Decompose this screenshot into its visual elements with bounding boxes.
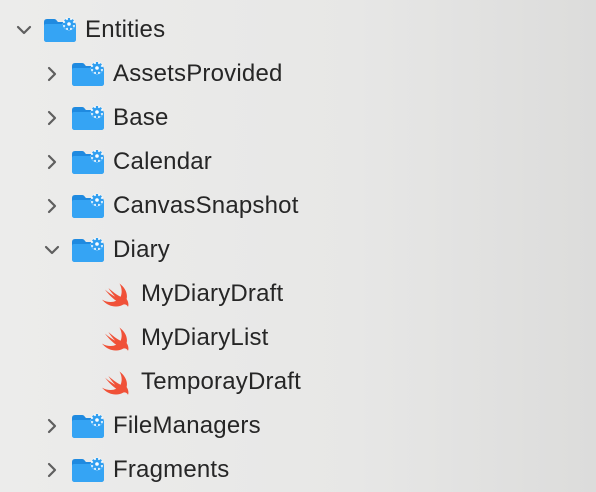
file-row-temporaydraft[interactable]: TemporayDraft: [0, 360, 596, 404]
group-row-base[interactable]: Base: [0, 96, 596, 140]
group-label: AssetsProvided: [113, 60, 283, 87]
folder-gear-icon: [70, 413, 106, 439]
group-row-canvassnapshot[interactable]: CanvasSnapshot: [0, 184, 596, 228]
file-label: MyDiaryDraft: [141, 280, 284, 307]
group-label: Diary: [113, 236, 171, 263]
folder-gear-icon: [70, 61, 106, 87]
file-row-mydiarylist[interactable]: MyDiaryList: [0, 316, 596, 360]
file-row-mydiarydraft[interactable]: MyDiaryDraft: [0, 272, 596, 316]
folder-gear-icon: [70, 457, 106, 483]
group-label: Base: [113, 104, 169, 131]
folder-gear-icon: [70, 193, 106, 219]
group-label: Fragments: [113, 456, 230, 483]
swift-file-icon: [100, 369, 132, 397]
swift-file-icon: [100, 325, 132, 353]
chevron-right-icon[interactable]: [42, 196, 62, 216]
chevron-right-icon[interactable]: [42, 108, 62, 128]
chevron-down-icon[interactable]: [42, 240, 62, 260]
chevron-right-icon[interactable]: [42, 460, 62, 480]
group-row-entities[interactable]: Entities: [0, 8, 596, 52]
group-label: Calendar: [113, 148, 212, 175]
folder-gear-icon: [70, 237, 106, 263]
chevron-right-icon[interactable]: [42, 152, 62, 172]
chevron-right-icon[interactable]: [42, 64, 62, 84]
folder-gear-icon: [70, 105, 106, 131]
chevron-right-icon[interactable]: [42, 416, 62, 436]
group-label: FileManagers: [113, 412, 261, 439]
chevron-down-icon[interactable]: [14, 20, 34, 40]
group-label: CanvasSnapshot: [113, 192, 299, 219]
group-row-calendar[interactable]: Calendar: [0, 140, 596, 184]
group-row-diary[interactable]: Diary: [0, 228, 596, 272]
group-row-fragments[interactable]: Fragments: [0, 448, 596, 492]
folder-gear-icon: [42, 17, 78, 43]
swift-file-icon: [100, 281, 132, 309]
file-label: TemporayDraft: [141, 368, 301, 395]
group-label: Entities: [85, 16, 166, 43]
folder-gear-icon: [70, 149, 106, 175]
group-row-assetsprovided[interactable]: AssetsProvided: [0, 52, 596, 96]
project-navigator-tree: Entities AssetsProvided Base Calendar Ca…: [0, 8, 596, 492]
file-label: MyDiaryList: [141, 324, 269, 351]
group-row-filemanagers[interactable]: FileManagers: [0, 404, 596, 448]
